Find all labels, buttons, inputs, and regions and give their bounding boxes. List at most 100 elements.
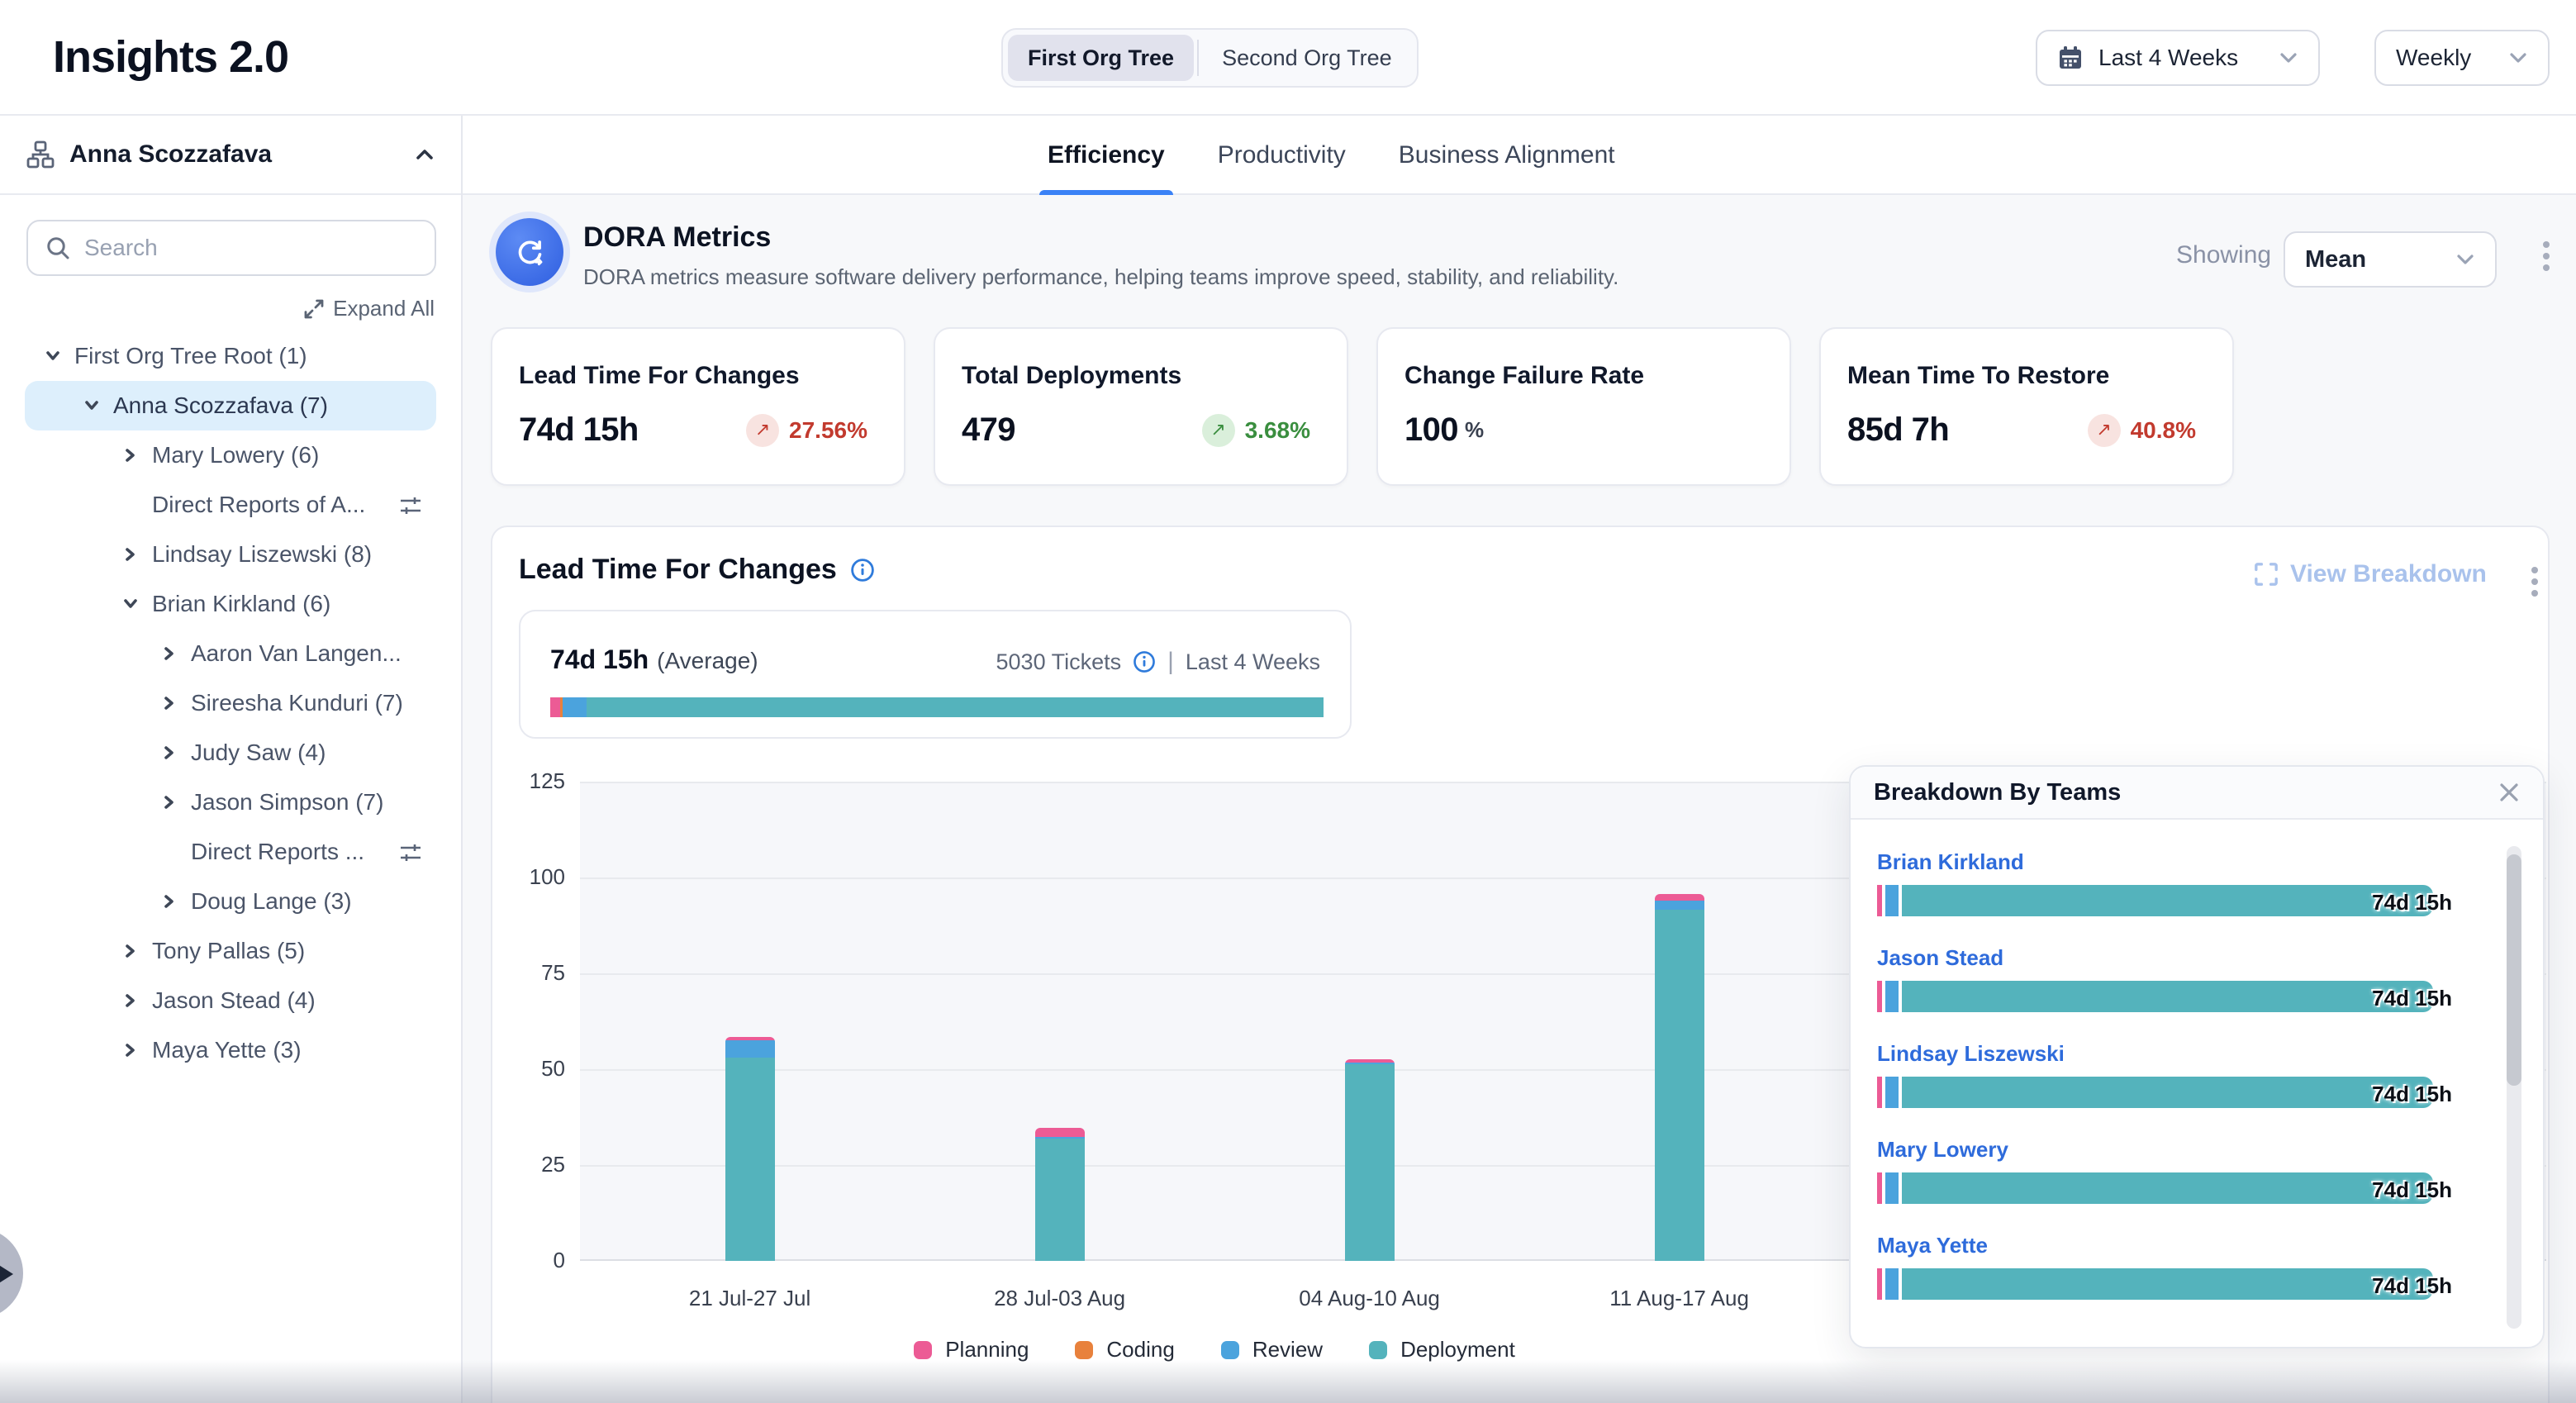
filter-sliders-icon[interactable]: [398, 493, 423, 518]
bar-11-aug-17-aug[interactable]: [1655, 894, 1704, 1261]
chevron-right-icon[interactable]: [119, 546, 142, 563]
metric-cards: Lead Time For Changes 74d 15h ↗ 27.56%To…: [491, 327, 2234, 486]
chevron-right-icon[interactable]: [158, 695, 181, 711]
bar-21-jul-27-jul[interactable]: [725, 1037, 775, 1261]
average-meta-row: 5030 Tickets | Last 4 Weeks: [996, 648, 1320, 676]
tree-item-judy-saw[interactable]: Judy Saw (4): [25, 728, 436, 778]
granularity-value: Weekly: [2396, 45, 2471, 71]
date-range-value: Last 4 Weeks: [2098, 45, 2238, 71]
view-breakdown-button[interactable]: View Breakdown: [2254, 560, 2487, 588]
bar-segment-planning: [1035, 1128, 1085, 1138]
tree-item-sireesha-kunduri[interactable]: Sireesha Kunduri (7): [25, 678, 436, 728]
chevron-right-icon[interactable]: [158, 794, 181, 811]
header-controls: Last 4 Weeks Weekly: [2036, 30, 2550, 86]
chevron-down-icon[interactable]: [80, 397, 103, 414]
bar-segment-deployment: [1345, 1064, 1395, 1261]
calendar-icon: [2057, 45, 2084, 71]
tab-productivity[interactable]: Productivity: [1218, 116, 1346, 195]
chevron-down-icon[interactable]: [41, 348, 64, 364]
avg-bar-segment-planning: [550, 697, 560, 717]
tree-item-anna-scozzafava[interactable]: Anna Scozzafava (7): [25, 381, 436, 430]
date-range-select[interactable]: Last 4 Weeks: [2036, 30, 2320, 86]
tree-item-brian-kirkland[interactable]: Brian Kirkland (6): [25, 579, 436, 629]
y-axis-tick-label: 125: [492, 768, 565, 794]
expand-all-button[interactable]: Expand All: [0, 296, 435, 321]
team-name-link[interactable]: Mary Lowery: [1877, 1137, 2497, 1163]
dora-kebab-menu[interactable]: [2538, 236, 2555, 276]
metric-unit: %: [1465, 417, 1484, 443]
bar-04-aug-10-aug[interactable]: [1345, 1059, 1395, 1261]
dora-section-description: DORA metrics measure software delivery p…: [583, 264, 1618, 290]
tree-item-direct-reports[interactable]: Direct Reports ...: [25, 827, 436, 877]
legend-label: Coding: [1106, 1337, 1174, 1363]
search-input[interactable]: [26, 220, 436, 276]
tree-item-aaron-van-langen[interactable]: Aaron Van Langen...: [25, 629, 436, 678]
sidebar-user-header: Anna Scozzafava: [0, 116, 461, 195]
chevron-right-icon[interactable]: [119, 992, 142, 1009]
tree-item-mary-lowery[interactable]: Mary Lowery (6): [25, 430, 436, 480]
view-breakdown-label: View Breakdown: [2290, 560, 2487, 588]
chevron-right-icon[interactable]: [158, 893, 181, 910]
tree-item-label: Lindsay Liszewski (8): [152, 541, 372, 568]
tabs: Efficiency Productivity Business Alignment: [1048, 116, 1615, 195]
team-name-link[interactable]: Maya Yette: [1877, 1233, 2497, 1258]
average-suffix: (Average): [657, 648, 758, 673]
toggle-second-org-tree[interactable]: Second Org Tree: [1202, 35, 1412, 81]
scrollbar-thumb[interactable]: [2507, 854, 2521, 1086]
chevron-right-icon[interactable]: [119, 447, 142, 464]
team-bar-segment-planning: [1877, 1268, 1882, 1300]
chevron-right-icon[interactable]: [158, 744, 181, 761]
lead-time-kebab-menu[interactable]: [2526, 562, 2543, 602]
tree-item-first-org-tree-root[interactable]: First Org Tree Root (1): [25, 331, 436, 381]
tree-item-lindsay-liszewski[interactable]: Lindsay Liszewski (8): [25, 530, 436, 579]
tree-item-direct-reports-of-a[interactable]: Direct Reports of A...: [25, 480, 436, 530]
team-bar-segment-planning: [1877, 885, 1882, 916]
tree-item-jason-simpson[interactable]: Jason Simpson (7): [25, 778, 436, 827]
chevron-right-icon[interactable]: [119, 943, 142, 959]
info-icon[interactable]: [850, 558, 875, 583]
chart-legend: PlanningCodingReviewDeployment: [595, 1337, 1834, 1363]
legend-swatch-icon: [1221, 1341, 1239, 1359]
granularity-select[interactable]: Weekly: [2374, 30, 2550, 86]
metric-card-total-deployments: Total Deployments 479 ↗ 3.68%: [934, 327, 1348, 486]
tree-item-maya-yette[interactable]: Maya Yette (3): [25, 1025, 436, 1075]
y-axis-tick-label: 75: [492, 960, 565, 986]
app-title: Insights 2.0: [53, 31, 288, 83]
chevron-right-icon[interactable]: [158, 645, 181, 662]
tab-efficiency[interactable]: Efficiency: [1048, 116, 1165, 195]
team-bar-segment-review: [1885, 1172, 1899, 1204]
chevron-down-icon: [2508, 51, 2528, 64]
info-icon[interactable]: [1133, 650, 1156, 673]
breakdown-row-mary-lowery: Mary Lowery 74d 15h: [1877, 1137, 2497, 1204]
showing-label: Showing: [2176, 241, 2271, 269]
close-icon[interactable]: [2495, 778, 2523, 806]
metric-value: 85d 7h: [1847, 411, 1949, 449]
team-name-link[interactable]: Jason Stead: [1877, 945, 2497, 971]
metric-value: 479: [962, 411, 1015, 449]
content: DORA Metrics DORA metrics measure softwa…: [463, 195, 2576, 1403]
trend-up-arrow-icon: ↗: [746, 414, 779, 447]
team-name-link[interactable]: Brian Kirkland: [1877, 849, 2497, 875]
sidebar-collapse-chevron-icon[interactable]: [415, 148, 435, 161]
team-bar-segment-planning: [1877, 1077, 1882, 1108]
chevron-down-icon[interactable]: [119, 596, 142, 612]
team-stacked-bar: 74d 15h: [1877, 1172, 2497, 1204]
tree-item-tony-pallas[interactable]: Tony Pallas (5): [25, 926, 436, 976]
legend-item-review: Review: [1221, 1337, 1323, 1363]
breakdown-by-teams-panel: Breakdown By Teams Brian Kirkland 74d 15…: [1849, 765, 2545, 1348]
y-axis-tick-label: 25: [492, 1152, 565, 1177]
legend-swatch-icon: [1075, 1341, 1093, 1359]
bar-28-jul-03-aug[interactable]: [1035, 1128, 1085, 1261]
tab-business-alignment[interactable]: Business Alignment: [1399, 116, 1615, 195]
team-name-link[interactable]: Lindsay Liszewski: [1877, 1041, 2497, 1067]
toggle-first-org-tree[interactable]: First Org Tree: [1008, 35, 1194, 81]
sidebar: Anna Scozzafava Expand All First Org Tre…: [0, 116, 463, 1403]
x-axis-tick-label: 28 Jul-03 Aug: [905, 1286, 1215, 1311]
tree-item-jason-stead[interactable]: Jason Stead (4): [25, 976, 436, 1025]
tree-item-doug-lange[interactable]: Doug Lange (3): [25, 877, 436, 926]
delta-badge: ↗ 27.56%: [746, 414, 867, 447]
showing-mean-select[interactable]: Mean: [2284, 231, 2497, 288]
chevron-right-icon[interactable]: [119, 1042, 142, 1058]
metric-card-lead-time-for-changes: Lead Time For Changes 74d 15h ↗ 27.56%: [491, 327, 905, 486]
filter-sliders-icon[interactable]: [398, 840, 423, 865]
